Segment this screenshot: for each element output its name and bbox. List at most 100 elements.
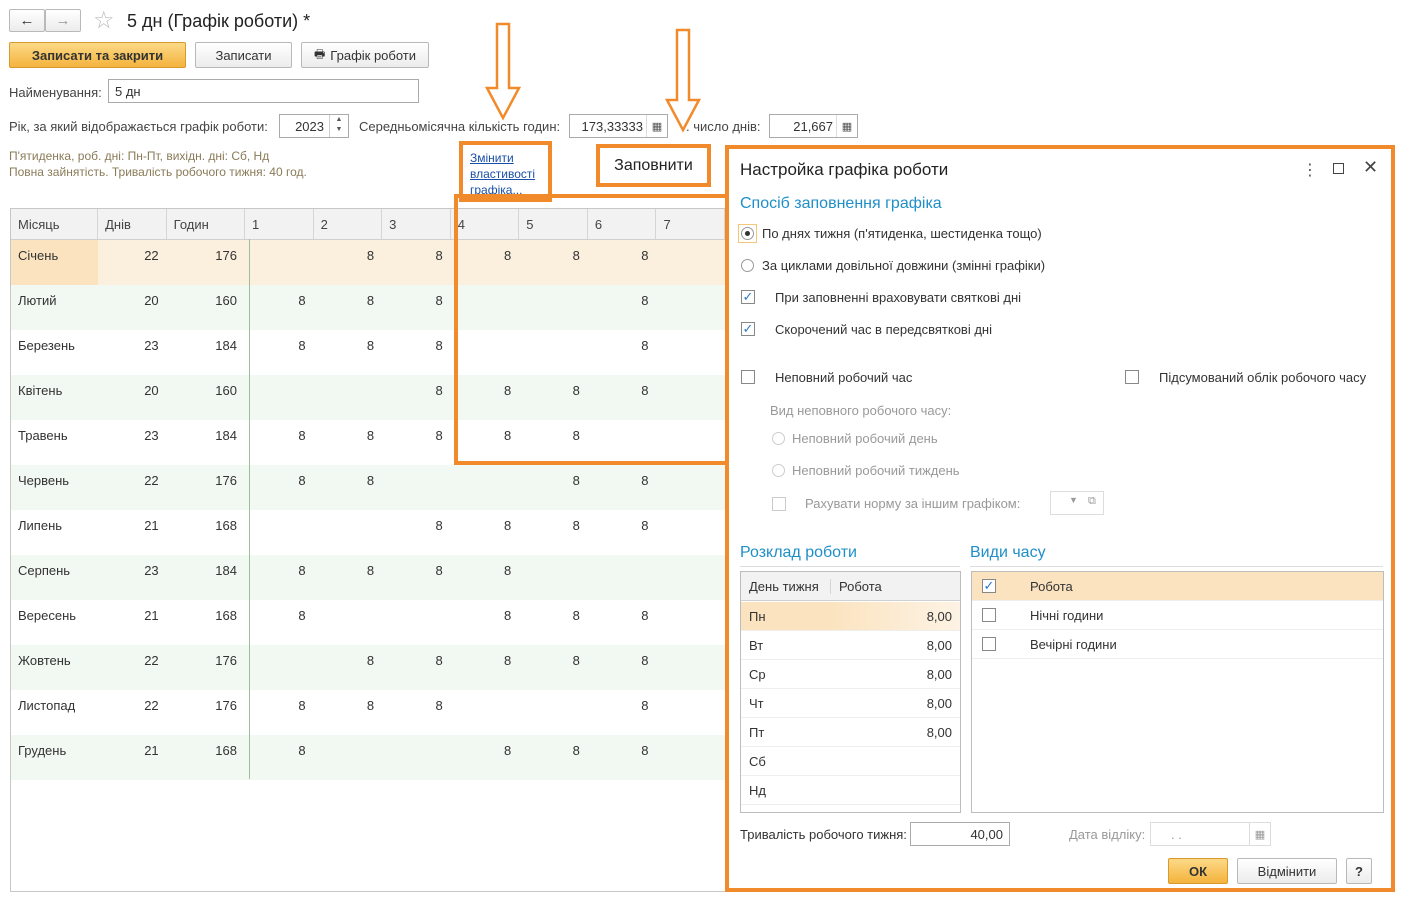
fill-button[interactable]: Заповнити <box>600 148 707 183</box>
day-hours-cell[interactable]: 8 <box>314 465 383 510</box>
schedule-row[interactable]: Сб <box>741 747 960 776</box>
col-work-header[interactable]: Робота <box>831 579 882 594</box>
hours-cell[interactable]: 168 <box>167 600 245 645</box>
save-close-button[interactable]: Записати та закрити <box>9 42 186 68</box>
ok-button[interactable]: ОК <box>1168 858 1228 884</box>
schedule-row[interactable]: Пт 8,00 <box>741 718 960 747</box>
schedule-row[interactable]: Чт 8,00 <box>741 689 960 718</box>
hours-cell[interactable]: 184 <box>167 555 245 600</box>
day-hours-cell[interactable] <box>656 600 725 645</box>
days-cell[interactable]: 20 <box>98 375 167 420</box>
hours-cell[interactable]: 176 <box>167 240 245 285</box>
day-hours-cell[interactable]: 8 <box>588 600 657 645</box>
change-properties-link[interactable]: Змінити властивості графіка... <box>470 150 546 198</box>
day-hours-cell[interactable] <box>519 690 588 735</box>
month-cell[interactable]: Лютий <box>11 285 98 330</box>
grid-row[interactable]: Листопад 22 176 8 8 8 8 <box>11 690 725 735</box>
checkbox-holidays[interactable]: ✓ <box>741 290 755 304</box>
day-hours-cell[interactable]: 8 <box>245 330 314 375</box>
day-hours-cell[interactable] <box>314 375 383 420</box>
day-hours-cell[interactable]: 8 <box>588 645 657 690</box>
more-icon[interactable]: ⋮ <box>1302 160 1318 180</box>
grid-row[interactable]: Жовтень 22 176 8 8 8 8 8 <box>11 645 725 690</box>
day-hours-cell[interactable]: 8 <box>382 285 451 330</box>
day-hours-cell[interactable]: 8 <box>382 330 451 375</box>
close-icon[interactable]: ✕ <box>1363 157 1378 178</box>
month-cell[interactable]: Травень <box>11 420 98 465</box>
day-hours-cell[interactable]: 8 <box>451 735 520 780</box>
day-hours-cell[interactable] <box>382 465 451 510</box>
time-type-checkbox[interactable] <box>982 637 996 651</box>
day-hours-cell[interactable] <box>245 510 314 555</box>
day-hours-cell[interactable]: 8 <box>245 465 314 510</box>
day-hours-cell[interactable]: 8 <box>588 510 657 555</box>
time-type-row[interactable]: Вечірні години <box>972 630 1383 659</box>
day-hours-cell[interactable] <box>245 645 314 690</box>
days-cell[interactable]: 21 <box>98 600 167 645</box>
other-schedule-select[interactable]: ▼ ⧉ <box>1050 491 1104 515</box>
day-hours-cell[interactable]: 8 <box>245 690 314 735</box>
schedule-row[interactable]: Вт 8,00 <box>741 631 960 660</box>
day-hours-cell[interactable]: 8 <box>382 555 451 600</box>
month-cell[interactable]: Липень <box>11 510 98 555</box>
month-cell[interactable]: Січень <box>11 240 99 285</box>
time-types-table[interactable]: ✓ Робота Нічні години Вечірні години <box>971 571 1384 813</box>
day-hours-cell[interactable] <box>656 645 725 690</box>
day-hours-cell[interactable]: 8 <box>451 645 520 690</box>
radio-partweek[interactable] <box>772 464 785 477</box>
day-hours-cell[interactable]: 8 <box>382 690 451 735</box>
col-hours-header[interactable]: Годин <box>167 209 245 239</box>
day-hours-cell[interactable]: 8 <box>314 285 383 330</box>
day-hours-cell[interactable]: 8 <box>519 510 588 555</box>
month-cell[interactable]: Вересень <box>11 600 98 645</box>
day-hours-cell[interactable] <box>588 555 657 600</box>
grid-row[interactable]: Серпень 23 184 8 8 8 8 <box>11 555 725 600</box>
days-cell[interactable]: 22 <box>98 465 167 510</box>
col-weekday-header[interactable]: День тижня <box>741 578 831 594</box>
month-cell[interactable]: Листопад <box>11 690 98 735</box>
col-day-header[interactable]: 1 <box>245 209 314 239</box>
time-type-checkbox[interactable] <box>982 608 996 622</box>
day-hours-cell[interactable] <box>656 735 725 780</box>
days-cell[interactable]: 23 <box>98 555 167 600</box>
day-hours-cell[interactable] <box>314 510 383 555</box>
avg-hours-input[interactable]: 173,33333 ▦ <box>569 114 668 138</box>
day-hours-cell[interactable]: 8 <box>382 510 451 555</box>
checkbox-parttime[interactable] <box>741 370 755 384</box>
day-hours-cell[interactable]: 8 <box>245 420 314 465</box>
day-hours-cell[interactable] <box>451 465 520 510</box>
month-cell[interactable]: Квітень <box>11 375 98 420</box>
hours-cell[interactable]: 168 <box>167 510 245 555</box>
work-hours-cell[interactable] <box>831 747 960 775</box>
work-hours-cell[interactable]: 8,00 <box>831 602 960 630</box>
day-hours-cell[interactable]: 8 <box>588 690 657 735</box>
save-button[interactable]: Записати <box>195 42 292 68</box>
day-hours-cell[interactable] <box>245 375 314 420</box>
days-cell[interactable]: 21 <box>98 735 167 780</box>
day-hours-cell[interactable] <box>656 555 725 600</box>
time-type-row[interactable]: ✓ Робота <box>972 572 1383 601</box>
day-hours-cell[interactable]: 8 <box>245 600 314 645</box>
day-hours-cell[interactable] <box>656 690 725 735</box>
week-length-input[interactable]: 40,00 <box>910 822 1010 846</box>
time-type-checkbox[interactable]: ✓ <box>982 579 996 593</box>
grid-row[interactable]: Червень 22 176 8 8 8 8 <box>11 465 725 510</box>
hours-cell[interactable]: 160 <box>167 285 245 330</box>
day-hours-cell[interactable]: 8 <box>519 465 588 510</box>
days-cell[interactable]: 23 <box>98 420 167 465</box>
days-cell[interactable]: 20 <box>98 285 167 330</box>
year-input[interactable]: 2023 ▲ ▼ <box>279 114 349 138</box>
checkbox-preholiday[interactable]: ✓ <box>741 322 755 336</box>
day-hours-cell[interactable]: 8 <box>314 420 383 465</box>
day-hours-cell[interactable]: 8 <box>314 240 383 285</box>
col-day-header[interactable]: 2 <box>314 209 383 239</box>
forward-button[interactable]: → <box>45 9 81 32</box>
day-hours-cell[interactable]: 8 <box>314 645 383 690</box>
day-hours-cell[interactable]: 8 <box>314 555 383 600</box>
col-days-header[interactable]: Днів <box>98 209 167 239</box>
day-hours-cell[interactable]: 8 <box>451 510 520 555</box>
maximize-icon[interactable] <box>1333 163 1344 174</box>
schedule-row[interactable]: Нд <box>741 776 960 805</box>
day-hours-cell[interactable]: 8 <box>588 465 657 510</box>
day-hours-cell[interactable] <box>314 600 383 645</box>
